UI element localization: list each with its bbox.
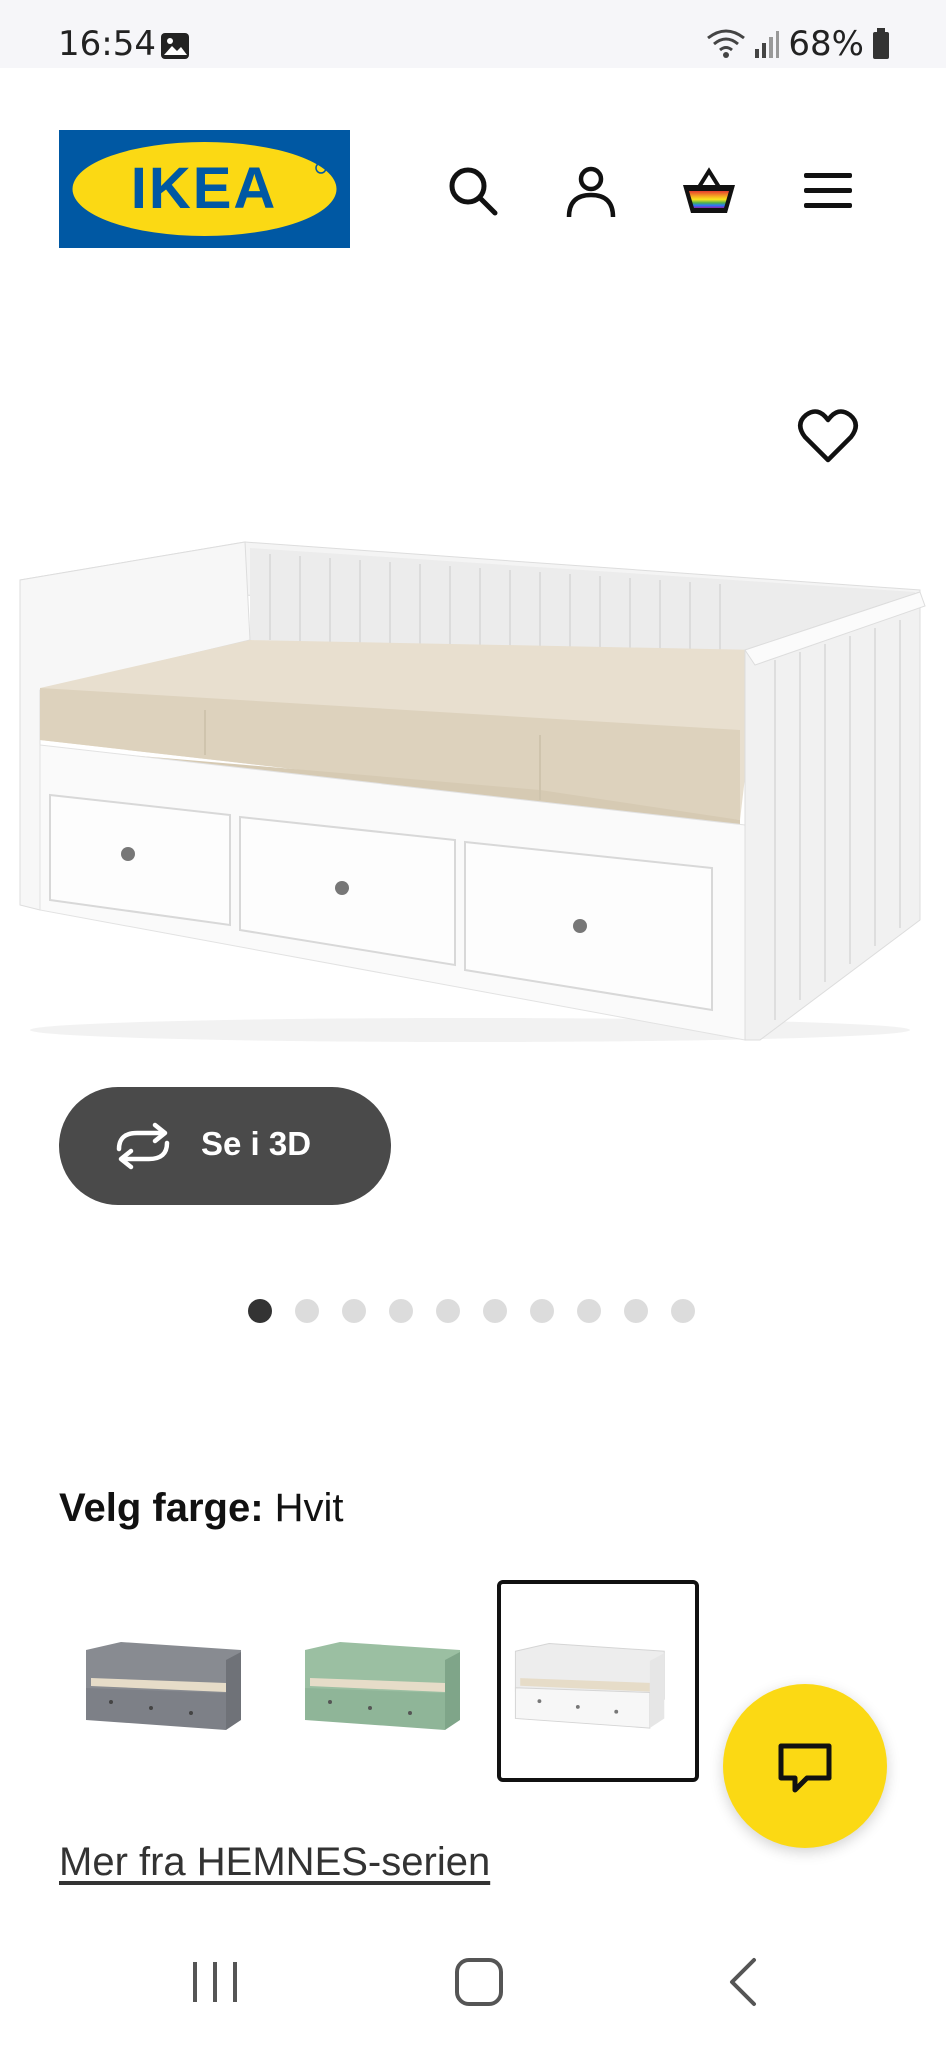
ikea-logo[interactable]: IKEA — [59, 130, 350, 248]
search-icon[interactable] — [443, 161, 503, 221]
image-icon — [161, 33, 189, 59]
home-icon[interactable] — [449, 1952, 509, 2012]
ikea-logo-graphic: IKEA — [59, 130, 350, 248]
product-image[interactable] — [0, 520, 946, 1060]
color-swatch-green[interactable] — [290, 1580, 492, 1782]
carousel-dot[interactable] — [483, 1299, 507, 1323]
wifi-icon — [707, 29, 746, 58]
logo-text: IKEA — [131, 156, 278, 221]
carousel-dot[interactable] — [389, 1299, 413, 1323]
color-label: Velg farge: — [59, 1486, 264, 1530]
favorite-heart-icon[interactable] — [797, 406, 859, 468]
color-value: Hvit — [274, 1486, 344, 1530]
battery-icon — [873, 28, 889, 59]
color-swatch-white[interactable] — [497, 1580, 699, 1782]
status-bar: 16:54 68% — [0, 0, 946, 68]
site-header: IKEA — [0, 68, 946, 268]
color-selection-heading: Velg farge: Hvit — [59, 1486, 344, 1531]
carousel-dots — [248, 1299, 695, 1325]
carousel-dot[interactable] — [342, 1299, 366, 1323]
back-icon[interactable] — [714, 1952, 774, 2012]
carousel-dot[interactable] — [577, 1299, 601, 1323]
menu-icon[interactable] — [798, 161, 858, 221]
carousel-dot[interactable] — [671, 1299, 695, 1323]
chat-button[interactable] — [723, 1684, 887, 1848]
recent-apps-icon[interactable] — [185, 1952, 245, 2012]
system-nav-bar — [0, 1912, 946, 2049]
cart-icon[interactable] — [679, 161, 739, 221]
carousel-dot[interactable] — [436, 1299, 460, 1323]
carousel-dot[interactable] — [248, 1299, 272, 1323]
view-3d-button[interactable]: Se i 3D — [59, 1087, 391, 1205]
color-swatch-gray[interactable] — [71, 1580, 273, 1782]
swatch-white-image — [514, 1643, 665, 1729]
swatch-green-image — [305, 1642, 460, 1730]
rotate-3d-icon — [116, 1122, 170, 1170]
carousel-dot[interactable] — [624, 1299, 648, 1323]
account-icon[interactable] — [561, 161, 621, 221]
series-link[interactable]: Mer fra HEMNES-serien — [59, 1840, 490, 1885]
chat-bubble-icon — [778, 1743, 832, 1793]
battery-percent: 68% — [788, 24, 864, 64]
swatch-gray-image — [86, 1642, 241, 1730]
carousel-dot[interactable] — [295, 1299, 319, 1323]
view-3d-label: Se i 3D — [201, 1125, 312, 1162]
carousel-dot[interactable] — [530, 1299, 554, 1323]
status-icons: 68% — [706, 24, 890, 64]
signal-icon — [755, 31, 780, 58]
status-time: 16:54 — [58, 24, 156, 64]
